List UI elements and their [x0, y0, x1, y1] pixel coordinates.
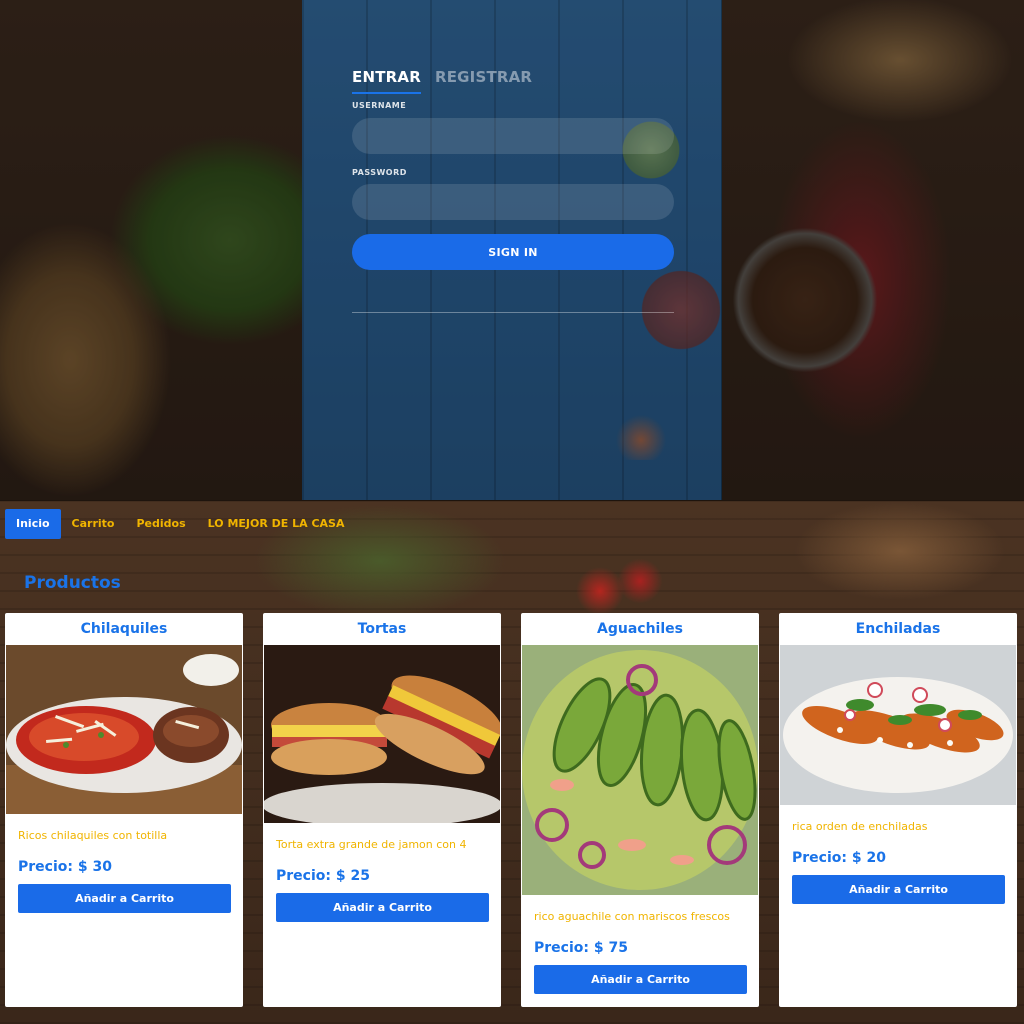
- nav-item-pedidos[interactable]: Pedidos: [125, 509, 196, 539]
- product-name: Aguachiles: [597, 621, 683, 637]
- login-form: ENTRAR REGISTRAR USERNAME PASSWORD SIGN …: [352, 0, 674, 500]
- product-price: Precio: $ 30: [18, 859, 112, 875]
- product-price: Precio: $ 75: [534, 940, 628, 956]
- login-panel: ENTRAR REGISTRAR USERNAME PASSWORD SIGN …: [302, 0, 722, 500]
- product-price: Precio: $ 25: [276, 868, 370, 884]
- shop-section: Inicio Carrito Pedidos LO MEJOR DE LA CA…: [0, 500, 1024, 1024]
- product-description: Ricos chilaquiles con totilla: [18, 829, 168, 842]
- product-description: Torta extra grande de jamon con 4: [276, 838, 467, 851]
- add-to-cart-button[interactable]: Añadir a Carrito: [276, 893, 489, 922]
- product-image-tortas: [264, 645, 500, 823]
- product-description: rico aguachile con mariscos frescos: [534, 910, 730, 923]
- add-to-cart-button[interactable]: Añadir a Carrito: [18, 884, 231, 913]
- products-title: Productos: [24, 573, 121, 593]
- nav-item-inicio[interactable]: Inicio: [5, 509, 61, 539]
- main-nav: Inicio Carrito Pedidos LO MEJOR DE LA CA…: [5, 509, 356, 539]
- tab-entrar[interactable]: ENTRAR: [352, 68, 421, 94]
- sign-in-button[interactable]: SIGN IN: [352, 234, 674, 270]
- username-label: USERNAME: [352, 101, 407, 110]
- add-to-cart-button[interactable]: Añadir a Carrito: [534, 965, 747, 994]
- product-image-enchiladas: [780, 645, 1016, 805]
- password-label: PASSWORD: [352, 168, 407, 177]
- nav-item-carrito[interactable]: Carrito: [61, 509, 126, 539]
- password-field[interactable]: [352, 184, 674, 220]
- add-to-cart-button[interactable]: Añadir a Carrito: [792, 875, 1005, 904]
- product-image-aguachiles: [522, 645, 758, 895]
- product-name: Enchiladas: [855, 621, 941, 637]
- product-card-aguachiles: Aguachiles rico aguachile con mariscos f…: [521, 613, 759, 1007]
- product-price: Precio: $ 20: [792, 850, 886, 866]
- form-divider: [352, 312, 674, 313]
- tab-registrar[interactable]: REGISTRAR: [435, 68, 532, 94]
- product-description: rica orden de enchiladas: [792, 820, 928, 833]
- login-tabs: ENTRAR REGISTRAR: [352, 68, 532, 94]
- product-image-chilaquiles: [6, 645, 242, 814]
- product-card-enchiladas: Enchiladas rica orden de enchiladas Prec…: [779, 613, 1017, 1007]
- product-card-tortas: Tortas Torta extra grande de jamon con 4…: [263, 613, 501, 1007]
- nav-item-lo-mejor[interactable]: LO MEJOR DE LA CASA: [197, 509, 356, 539]
- product-name: Tortas: [357, 621, 407, 637]
- username-field[interactable]: [352, 118, 674, 154]
- product-name: Chilaquiles: [80, 621, 168, 637]
- product-card-chilaquiles: Chilaquiles Ricos chilaquiles con totill…: [5, 613, 243, 1007]
